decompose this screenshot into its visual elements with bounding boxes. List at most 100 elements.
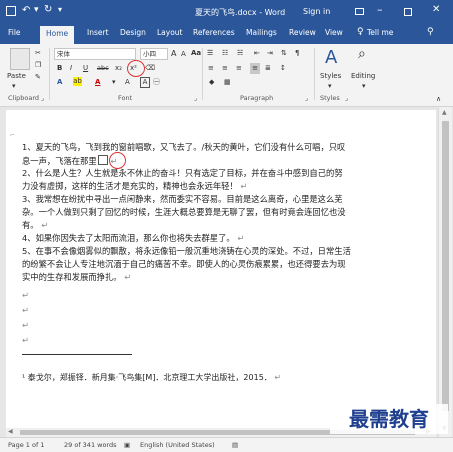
tab-layout[interactable]: Layout bbox=[157, 28, 183, 37]
justify-icon[interactable]: ≡ bbox=[250, 63, 260, 74]
page-count[interactable]: Page 1 of 1 bbox=[8, 441, 44, 449]
scroll-left-icon[interactable]: ◀ bbox=[8, 428, 13, 435]
macro-icon[interactable]: ▤ bbox=[232, 441, 238, 449]
underline-button[interactable]: U bbox=[83, 63, 88, 74]
text-effects-icon[interactable]: A bbox=[57, 77, 62, 88]
ribbon-tabs: File Home Insert Design Layout Reference… bbox=[0, 24, 453, 44]
shrink-font-icon[interactable]: A bbox=[181, 49, 186, 60]
paragraph-mark: ↵ bbox=[38, 220, 49, 230]
scroll-up-icon[interactable]: ▲ bbox=[442, 109, 447, 116]
align-center-icon[interactable]: ≡ bbox=[222, 63, 228, 74]
cut-icon[interactable]: ✂ bbox=[35, 48, 41, 59]
copy-icon[interactable]: ❐ bbox=[35, 60, 41, 71]
maximize-icon[interactable] bbox=[404, 8, 412, 16]
decrease-indent-icon[interactable]: ⇤ bbox=[254, 48, 260, 59]
save-icon[interactable] bbox=[6, 6, 16, 16]
subscript-button[interactable]: x₂ bbox=[115, 63, 122, 74]
close-icon[interactable]: ✕ bbox=[432, 4, 440, 15]
footnote-separator bbox=[22, 354, 132, 355]
divider bbox=[314, 48, 315, 100]
styles-dropdown-icon[interactable]: ▾ bbox=[328, 81, 332, 92]
styles-launcher-icon[interactable]: ⌟ bbox=[345, 94, 348, 102]
doc-line-1: 1、夏天的飞鸟，飞到我的窗前唱歌，又飞去了。/秋天的黄叶，它们没有什么可唱，只叹 bbox=[22, 142, 346, 152]
vertical-scrollbar[interactable]: ▲ ▼ bbox=[438, 107, 452, 437]
watermark-logo: 最需教育 bbox=[330, 404, 448, 434]
search-icon[interactable]: ⌕ bbox=[358, 47, 366, 61]
char-border-icon[interactable]: A bbox=[140, 77, 150, 88]
tab-view[interactable]: View bbox=[325, 28, 343, 37]
proofing-icon[interactable]: ▣ bbox=[124, 441, 130, 449]
scrollbar-thumb[interactable] bbox=[442, 121, 449, 411]
align-right-icon[interactable]: ≡ bbox=[236, 63, 242, 74]
font-size-box[interactable]: 小四 bbox=[140, 48, 168, 60]
tab-mailings[interactable]: Mailings bbox=[246, 28, 277, 37]
strikethrough-button[interactable]: abc bbox=[97, 63, 109, 74]
tab-design[interactable]: Design bbox=[120, 28, 146, 37]
clipboard-launcher-icon[interactable]: ⌟ bbox=[41, 94, 44, 102]
footnote-reference[interactable] bbox=[97, 155, 108, 165]
clipboard-group-label: Clipboard bbox=[8, 94, 40, 102]
increase-indent-icon[interactable]: ⇥ bbox=[267, 48, 273, 59]
font-color-icon[interactable]: A bbox=[95, 77, 100, 88]
show-marks-icon[interactable]: ¶ bbox=[295, 48, 299, 59]
redo-icon[interactable]: ↻ bbox=[44, 4, 52, 15]
ribbon-home: Paste ▾ ✂ ❐ ✎ Clipboard ⌟ 宋体 小四 A A Aa B… bbox=[0, 44, 453, 107]
empty-paragraph: ↵ bbox=[22, 305, 29, 315]
tab-file[interactable]: File bbox=[8, 28, 21, 37]
doc-line-8: 4、如果你因失去了太阳而流泪，那么你也将失去群星了。 ↵ bbox=[22, 233, 244, 244]
bullets-icon[interactable]: ☰ bbox=[207, 48, 213, 59]
enclose-char-icon[interactable]: ㊀ bbox=[153, 77, 160, 88]
font-name-box[interactable]: 宋体 bbox=[54, 48, 136, 60]
format-painter-icon[interactable]: ✎ bbox=[35, 72, 41, 83]
shading-icon[interactable]: ◆ bbox=[209, 77, 214, 88]
highlight-color-icon[interactable]: ab bbox=[73, 77, 82, 86]
paste-button[interactable]: Paste bbox=[7, 71, 26, 82]
char-shading-icon[interactable]: A bbox=[125, 77, 130, 88]
doc-line-11: 实中的生存和发展而挣扎。 ↵ bbox=[22, 272, 131, 283]
font-launcher-icon[interactable]: ⌟ bbox=[194, 94, 197, 102]
numbering-icon[interactable]: ☷ bbox=[222, 48, 228, 59]
clipboard-icon[interactable] bbox=[10, 48, 30, 70]
sort-icon[interactable]: ⇅ bbox=[281, 48, 287, 59]
undo-dropdown-icon[interactable]: ▾ bbox=[34, 5, 39, 15]
collapse-ribbon-icon[interactable]: ∧ bbox=[436, 94, 441, 105]
distributed-icon[interactable]: ≣ bbox=[265, 63, 271, 74]
doc-line-3: 2、什么是人生？人生就是永不休止的奋斗！只有选定了目标，并在奋斗中感到自己的努 bbox=[22, 168, 343, 178]
word-count[interactable]: 29 of 341 words bbox=[64, 441, 117, 449]
borders-icon[interactable]: ▦ bbox=[224, 77, 231, 88]
lightbulb-icon[interactable]: ♀ bbox=[357, 27, 364, 37]
tab-review[interactable]: Review bbox=[289, 28, 316, 37]
ribbon-display-icon[interactable] bbox=[355, 8, 364, 15]
paragraph-mark: ↵ bbox=[121, 272, 132, 282]
change-case-icon[interactable]: Aa bbox=[191, 48, 201, 59]
status-bar: Page 1 of 1 29 of 341 words ▣ English (U… bbox=[0, 437, 453, 452]
paragraph-mark: ↵ bbox=[271, 373, 282, 382]
customize-icon[interactable]: ▾ bbox=[58, 5, 62, 14]
grow-font-icon[interactable]: A bbox=[171, 48, 176, 59]
document-page[interactable]: ⌐ 1、夏天的飞鸟，飞到我的窗前唱歌，又飞去了。/秋天的黄叶，它们没有什么可唱，… bbox=[6, 110, 436, 428]
tab-references[interactable]: References bbox=[193, 28, 235, 37]
tab-home[interactable]: Home bbox=[40, 26, 75, 44]
tab-insert[interactable]: Insert bbox=[87, 28, 109, 37]
paragraph-launcher-icon[interactable]: ⌟ bbox=[305, 94, 308, 102]
font-color-dropdown-icon[interactable]: ▾ bbox=[112, 77, 116, 88]
styles-icon[interactable]: A bbox=[325, 48, 337, 68]
font-group-label: Font bbox=[118, 94, 133, 102]
bold-button[interactable]: B bbox=[57, 63, 62, 74]
language-indicator[interactable]: English (United States) bbox=[140, 441, 215, 449]
share-icon[interactable]: ⚲ bbox=[427, 27, 434, 37]
align-left-icon[interactable]: ≡ bbox=[208, 63, 214, 74]
paste-dropdown-icon[interactable]: ▾ bbox=[12, 81, 16, 92]
doc-line-8-text: 4、如果你因失去了太阳而流泪，那么你也将失去群星了。 bbox=[22, 233, 235, 243]
italic-button[interactable]: I bbox=[70, 63, 72, 74]
clear-formatting-icon[interactable]: ⌫ bbox=[145, 63, 155, 74]
footnote-text[interactable]: ¹ 泰戈尔，郑振铎．新月集·飞鸟集[M]．北京理工大学出版社，2015． ↵ bbox=[22, 372, 281, 383]
undo-icon[interactable]: ↶ bbox=[22, 5, 30, 16]
tell-me-box[interactable]: Tell me bbox=[367, 28, 393, 37]
minimize-icon[interactable]: – bbox=[377, 3, 383, 16]
doc-line-4-text: 力没有虚掷，这样的生活才是充实的，精神也会永远年轻！ bbox=[22, 181, 238, 191]
editing-dropdown-icon[interactable]: ▾ bbox=[362, 81, 366, 92]
signin-link[interactable]: Sign in bbox=[303, 7, 330, 16]
line-spacing-icon[interactable]: ↕ bbox=[280, 63, 286, 74]
multilevel-list-icon[interactable]: ☵ bbox=[237, 48, 243, 59]
